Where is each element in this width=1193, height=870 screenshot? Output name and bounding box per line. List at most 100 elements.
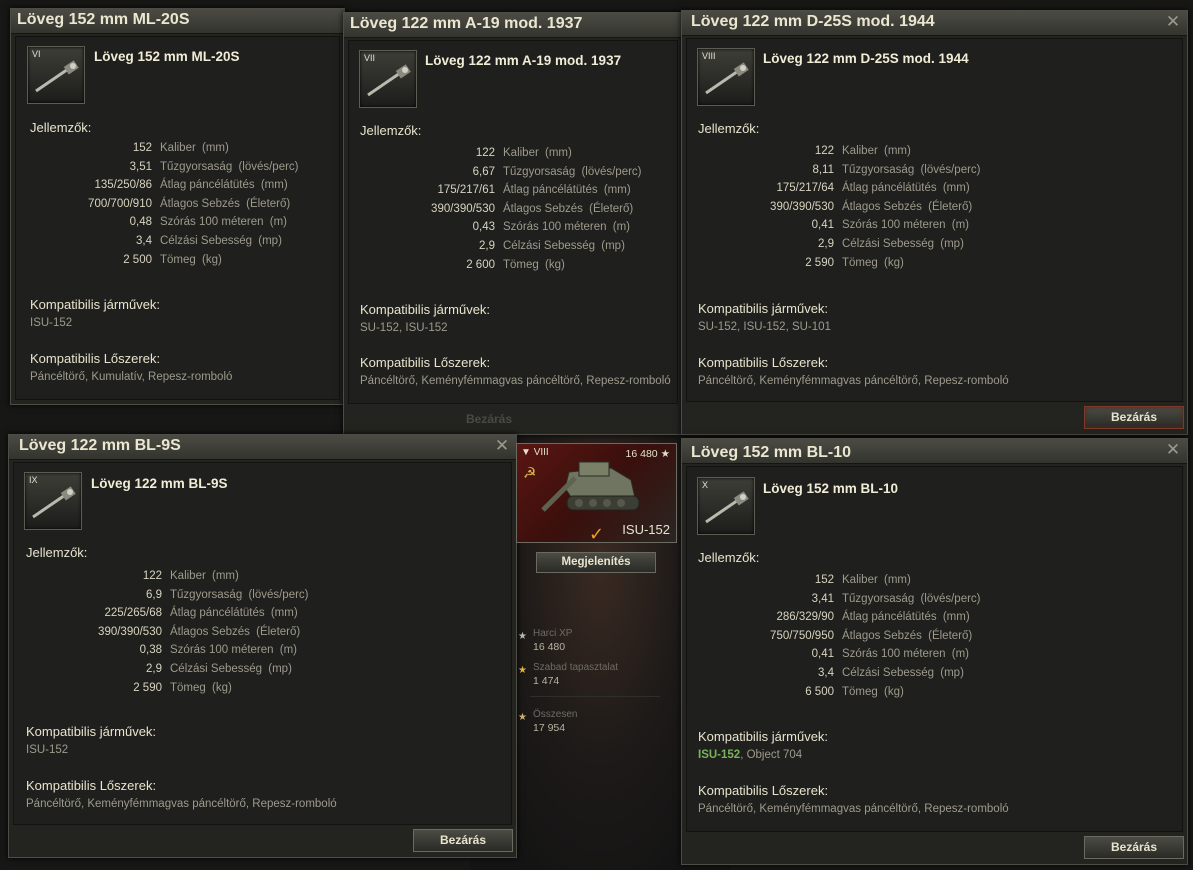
- stat-label-text: Átlagos Sebzés: [842, 629, 922, 642]
- stat-row-rate-of-fire: 3,51 Tűzgyorsaság (lövés/perc): [16, 158, 299, 177]
- stat-unit: (lövés/perc): [920, 163, 981, 176]
- xp-value: 16 480: [533, 641, 566, 653]
- stat-unit: (mp): [940, 666, 964, 679]
- stat-value: 2,9: [818, 237, 834, 250]
- stat-label-text: Célzási Sebesség: [842, 666, 935, 679]
- stat-value: 750/750/950: [770, 629, 834, 642]
- tank-card[interactable]: ▼ VIII 16 480 ★ ☭ ISU-152 ✓: [516, 443, 677, 543]
- stat-label: Szórás 100 méteren (m): [842, 645, 969, 664]
- current-vehicle-highlight: ISU-152: [698, 749, 741, 761]
- window-title-bar[interactable]: Löveg 152 mm BL-10 ✕: [682, 439, 1187, 464]
- stat-label: Célzási Sebesség (mp): [842, 664, 964, 683]
- stat-value: 2 500: [123, 253, 152, 266]
- close-button[interactable]: Bezárás: [439, 409, 539, 432]
- stat-value: 0,43: [472, 221, 495, 234]
- stat-label: Tűzgyorsaság (lövés/perc): [503, 163, 642, 182]
- stat-row-rate-of-fire: 8,11 Tűzgyorsaság (lövés/perc): [698, 161, 981, 180]
- stat-label: Szórás 100 méteren (m): [842, 216, 969, 235]
- close-icon[interactable]: ✕: [494, 438, 510, 455]
- stat-label: Kaliber (mm): [160, 139, 229, 158]
- stat-unit: (kg): [212, 681, 232, 694]
- stat-unit: (mm): [212, 570, 239, 582]
- close-button[interactable]: Bezárás: [1084, 406, 1184, 429]
- tank-name: ISU-152: [622, 522, 670, 537]
- compatible-vehicles-label: Kompatibilis járművek:: [698, 729, 829, 744]
- stat-label: Átlag páncélátütés (mm): [842, 608, 970, 627]
- stat-unit: (lövés/perc): [920, 592, 981, 605]
- window-title-bar[interactable]: Löveg 152 mm ML-20S: [11, 9, 344, 34]
- stat-label-text: Kaliber: [503, 147, 539, 159]
- stats-list: 122 Kaliber (mm) 8,11 Tűzgyorsaság (lövés/…: [698, 142, 981, 273]
- stat-unit: (Életerő): [928, 629, 973, 642]
- gun-name: Löveg 122 mm D-25S mod. 1944: [763, 51, 969, 66]
- window-content: VI Löveg 152 mm ML-20S Jellemzők: 152 Kal…: [15, 36, 340, 400]
- tier-badge: IX: [29, 475, 38, 485]
- stat-row-weight: 2 600 Tömeg (kg): [359, 256, 642, 275]
- stat-label-text: Átlagos Sebzés: [503, 202, 583, 215]
- stat-value: 700/700/910: [88, 197, 152, 210]
- compatible-vehicles-label: Kompatibilis járművek:: [698, 301, 829, 316]
- stat-unit: (m): [279, 644, 298, 657]
- stat-value: 2 590: [805, 256, 834, 269]
- stat-label-text: Átlag páncélátütés: [170, 607, 265, 620]
- stat-value: 152: [132, 142, 152, 154]
- compatible-ammo-list: Páncéltörő, Keményfémmagvas páncéltörő, …: [26, 798, 337, 810]
- stat-unit: (lövés/perc): [248, 588, 309, 601]
- stat-row-penetration: 286/329/90 Átlag páncélátütés (mm): [698, 608, 981, 627]
- close-icon[interactable]: ✕: [1165, 14, 1181, 31]
- close-icon[interactable]: ✕: [1165, 442, 1181, 459]
- stat-unit: (mm): [884, 574, 911, 586]
- stat-value: 390/390/530: [98, 625, 162, 638]
- window-title-bar[interactable]: Löveg 122 mm D-25S mod. 1944 ✕: [682, 11, 1187, 36]
- stat-unit: (Életerő): [246, 197, 291, 210]
- compatible-ammo-label: Kompatibilis Lőszerek:: [698, 355, 829, 370]
- stat-row-aim-time: 2,9 Célzási Sebesség (mp): [698, 235, 981, 254]
- stats-list: 122 Kaliber (mm) 6,9 Tűzgyorsaság (lövés/p…: [26, 567, 309, 698]
- compatible-vehicles-label: Kompatibilis járművek:: [30, 297, 161, 312]
- stat-value: 3,4: [818, 666, 834, 679]
- stat-value: 2 600: [466, 258, 495, 271]
- stat-unit: (m): [269, 216, 288, 229]
- gun-thumbnail: VIII: [697, 48, 755, 106]
- stat-row-weight: 6 500 Tömeg (kg): [698, 683, 981, 702]
- close-button[interactable]: Bezárás: [413, 829, 513, 852]
- stat-label: Tömeg (kg): [160, 251, 222, 270]
- stat-row-weight: 2 500 Tömeg (kg): [16, 251, 299, 270]
- stat-label: Tömeg (kg): [503, 256, 565, 275]
- compatible-vehicles-label: Kompatibilis járművek:: [360, 302, 491, 317]
- window-title-bar[interactable]: Löveg 122 mm BL-9S ✕: [9, 435, 516, 460]
- stat-value: 286/329/90: [776, 611, 834, 624]
- compatible-vehicles-list: ISU-152: [30, 317, 73, 329]
- stat-label: Átlagos Sebzés (Életerő): [160, 195, 290, 214]
- stat-value: 122: [142, 570, 162, 582]
- stat-label: Kaliber (mm): [503, 144, 572, 163]
- stat-label: Tömeg (kg): [170, 679, 232, 698]
- compatible-ammo-list: Páncéltörő, Keményfémmagvas páncéltörő, …: [698, 803, 1009, 815]
- window-title-bar[interactable]: Löveg 122 mm A-19 mod. 1937: [344, 13, 682, 38]
- xp-label: Szabad tapasztalat: [533, 662, 619, 673]
- stat-label: Szórás 100 méteren (m): [503, 218, 630, 237]
- stat-row-weight: 2 590 Tömeg (kg): [698, 254, 981, 273]
- stat-value: 122: [814, 145, 834, 157]
- stat-row-rate-of-fire: 6,67 Tűzgyorsaság (lövés/perc): [359, 163, 642, 182]
- close-button[interactable]: Bezárás: [1084, 836, 1184, 859]
- compatible-vehicles-list: SU-152, ISU-152, SU-101: [698, 321, 831, 333]
- stat-row-dispersion: 0,41 Szórás 100 méteren (m): [698, 216, 981, 235]
- gun-info-window-d25s: Löveg 122 mm D-25S mod. 1944 ✕ VIII Löve…: [681, 10, 1188, 435]
- stat-unit: (mp): [940, 237, 964, 250]
- stat-label-text: Tűzgyorsaság: [842, 592, 915, 605]
- gun-thumbnail: IX: [24, 472, 82, 530]
- tier-badge: VIII: [702, 51, 716, 61]
- show-tank-button[interactable]: Megjelenítés: [536, 552, 656, 573]
- gun-name: Löveg 122 mm BL-9S: [91, 476, 228, 491]
- stat-label-text: Szórás 100 méteren: [170, 644, 274, 657]
- stat-label-text: Tűzgyorsaság: [160, 160, 233, 173]
- stat-label-text: Szórás 100 méteren: [842, 219, 946, 232]
- characteristics-label: Jellemzők:: [26, 545, 88, 560]
- stat-row-aim-time: 2,9 Célzási Sebesség (mp): [26, 660, 309, 679]
- stat-value: 0,38: [139, 644, 162, 657]
- stat-unit: (mp): [268, 662, 292, 675]
- stat-label-text: Célzási Sebesség: [160, 234, 253, 247]
- divider: [530, 696, 660, 697]
- stat-unit: (kg): [884, 256, 904, 269]
